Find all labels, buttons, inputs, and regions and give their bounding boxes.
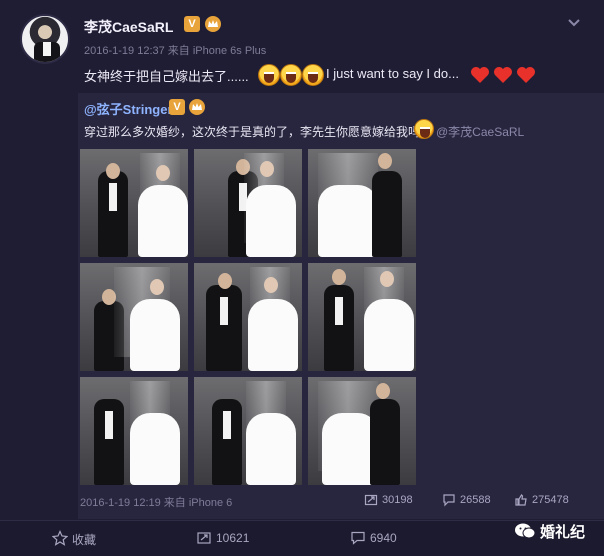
laugh-emoji-icon bbox=[302, 64, 324, 86]
post-meta: 2016-1-19 12:37 来自 iPhone 6s Plus bbox=[84, 45, 267, 57]
post-username[interactable]: 李茂CaeSaRL bbox=[84, 17, 173, 37]
watermark-text: 婚礼纪 bbox=[540, 524, 586, 541]
wechat-icon bbox=[515, 523, 536, 539]
repost-username[interactable]: @弦子Stringer bbox=[84, 99, 173, 118]
wedding-photo[interactable] bbox=[308, 377, 416, 485]
wedding-photo[interactable] bbox=[80, 377, 188, 485]
crown-badge-icon bbox=[205, 16, 221, 32]
repost-button[interactable]: 10621 bbox=[216, 531, 249, 545]
wedding-photo[interactable] bbox=[308, 149, 416, 257]
like-count: 275478 bbox=[532, 494, 569, 506]
post-header: 李茂CaeSaRL V 2016-1-19 12:37 来自 iPhone 6s… bbox=[0, 0, 604, 92]
post-text-english: I just want to say I do... bbox=[326, 66, 459, 81]
chevron-down-icon[interactable] bbox=[566, 14, 582, 30]
avatar[interactable] bbox=[20, 14, 70, 64]
wedding-photo[interactable] bbox=[194, 149, 302, 257]
photo-grid bbox=[80, 149, 420, 485]
repost-icon[interactable] bbox=[364, 493, 378, 507]
repost-text: 穿过那么多次婚纱，这次终于是真的了，李先生你愿意嫁给我吗 bbox=[84, 125, 421, 139]
comment-icon[interactable] bbox=[442, 493, 456, 507]
wedding-photo[interactable] bbox=[80, 149, 188, 257]
repost-meta: 2016-1-19 12:19 来自 iPhone 6 bbox=[80, 497, 233, 509]
comment-button[interactable]: 6940 bbox=[370, 531, 397, 545]
comment-icon[interactable] bbox=[350, 530, 366, 546]
wedding-photo[interactable] bbox=[194, 263, 302, 371]
laugh-emoji-icon bbox=[258, 64, 280, 86]
crown-badge-icon bbox=[189, 99, 205, 115]
wedding-photo[interactable] bbox=[80, 263, 188, 371]
comment-count: 26588 bbox=[460, 494, 491, 506]
repost-icon[interactable] bbox=[196, 530, 212, 546]
star-icon[interactable] bbox=[52, 530, 68, 546]
repost-count: 30198 bbox=[382, 494, 413, 506]
heart-emoji-icon bbox=[471, 67, 489, 83]
repost-card[interactable]: @弦子Stringer V 穿过那么多次婚纱，这次终于是真的了，李先生你愿意嫁给… bbox=[78, 93, 604, 519]
heart-emoji-icon bbox=[517, 67, 535, 83]
laugh-emoji-icon bbox=[414, 119, 434, 139]
verified-badge-icon: V bbox=[169, 99, 185, 115]
wedding-photo[interactable] bbox=[308, 263, 416, 371]
post-text: 女神终于把自己嫁出去了...... bbox=[84, 69, 249, 84]
like-icon[interactable] bbox=[514, 493, 528, 507]
repost-mention-link[interactable]: @李茂CaeSaRL bbox=[436, 123, 524, 140]
verified-badge-icon: V bbox=[184, 16, 200, 32]
wedding-photo[interactable] bbox=[194, 377, 302, 485]
favorite-button[interactable]: 收藏 bbox=[72, 531, 96, 548]
heart-emoji-icon bbox=[494, 67, 512, 83]
laugh-emoji-icon bbox=[280, 64, 302, 86]
